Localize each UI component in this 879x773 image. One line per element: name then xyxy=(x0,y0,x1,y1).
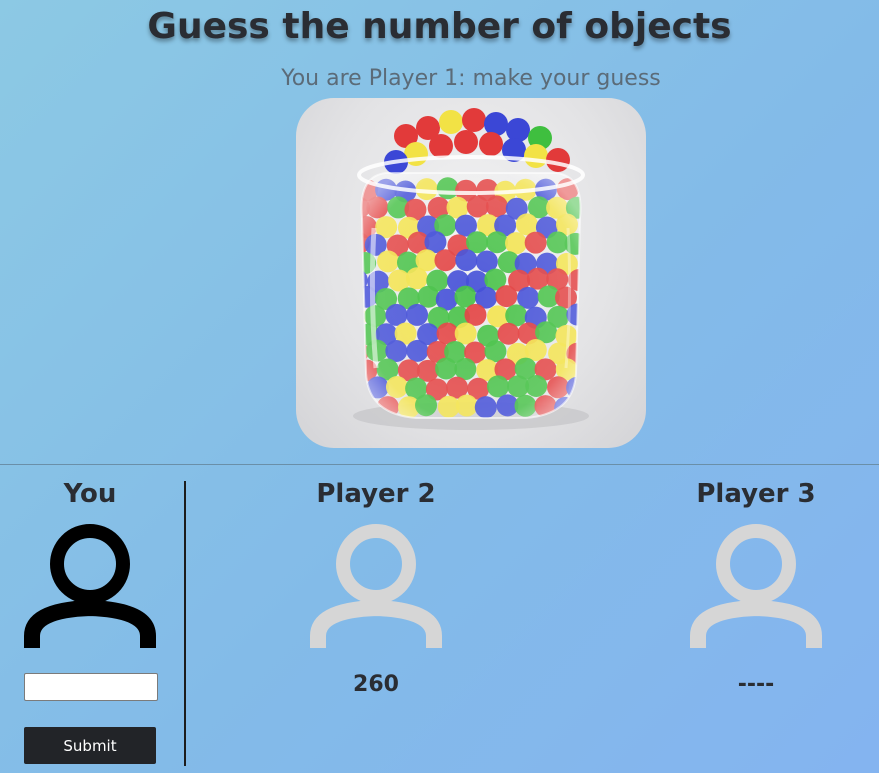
user-icon xyxy=(24,522,156,650)
player-3-name: Player 3 xyxy=(696,479,816,509)
player-2-guess: 260 xyxy=(353,672,399,697)
page-title: Guess the number of objects xyxy=(147,6,732,47)
player-divider xyxy=(184,481,186,766)
ball xyxy=(484,112,508,136)
player-you-name: You xyxy=(63,479,117,509)
ball xyxy=(506,118,530,142)
ball xyxy=(479,132,503,156)
ball xyxy=(462,108,486,132)
ball xyxy=(546,148,570,172)
ball xyxy=(429,134,453,158)
guess-input[interactable] xyxy=(24,673,158,701)
user-icon xyxy=(690,522,822,650)
player-3-guess: ---- xyxy=(737,672,775,697)
page-subtitle: You are Player 1: make your guess xyxy=(281,66,661,91)
ball xyxy=(439,110,463,134)
jar-illustration xyxy=(353,108,589,430)
ball xyxy=(454,130,478,154)
submit-button[interactable]: Submit xyxy=(24,727,156,764)
section-divider xyxy=(0,464,879,465)
ball xyxy=(524,144,548,168)
user-icon xyxy=(310,522,442,650)
jar-image xyxy=(296,98,646,448)
ball xyxy=(361,305,367,328)
ball xyxy=(361,377,368,400)
player-2-name: Player 2 xyxy=(316,479,436,509)
